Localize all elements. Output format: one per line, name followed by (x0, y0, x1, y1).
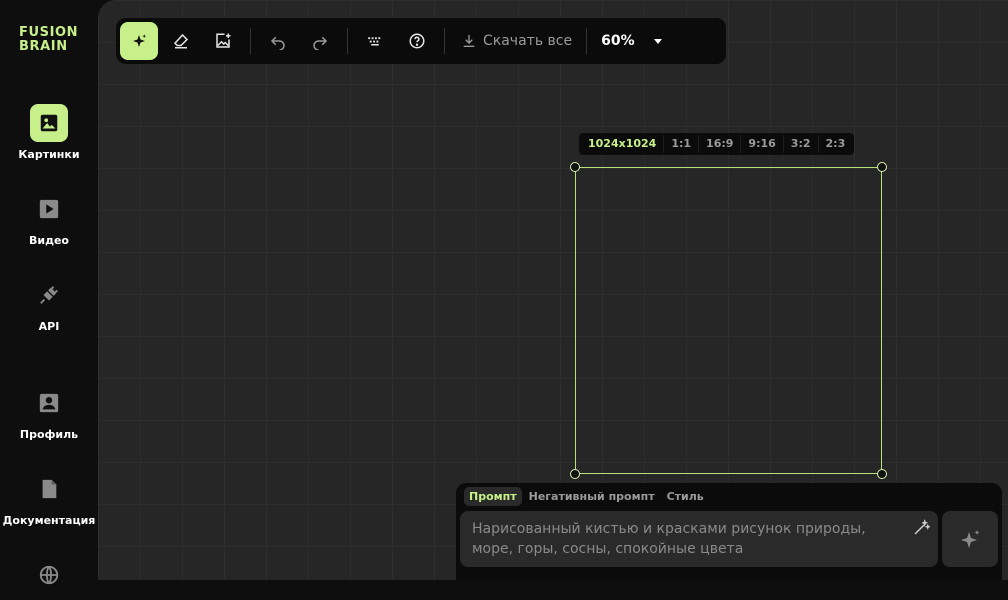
sidebar-item-language[interactable] (0, 556, 98, 600)
logo-line-2: BRAIN (19, 39, 68, 54)
undo-button[interactable] (259, 22, 297, 60)
resize-handle-bottom-left[interactable] (570, 469, 580, 479)
shortcuts-button[interactable] (356, 22, 394, 60)
globe-icon (30, 556, 68, 594)
sparkle-icon (133, 34, 147, 47)
zoom-value: 60% (601, 33, 635, 49)
profile-icon (30, 384, 68, 422)
video-icon (30, 190, 68, 228)
sidebar-item-label: Профиль (19, 428, 79, 441)
zoom-select[interactable]: 60% (587, 33, 663, 49)
sidebar: FUSION BRAIN Картинки Видео API Профиль … (0, 0, 98, 585)
toolbar-divider (444, 28, 445, 54)
sidebar-item-label: API (38, 320, 60, 333)
sidebar-item-label: Документация (2, 514, 96, 527)
resize-handle-top-right[interactable] (877, 162, 887, 172)
resize-handle-top-left[interactable] (570, 162, 580, 172)
sidebar-item-video[interactable]: Видео (0, 190, 98, 247)
tab-style[interactable]: Стиль (662, 487, 709, 506)
logo-line-1: FUSION (19, 25, 79, 40)
add-image-button[interactable] (204, 22, 242, 60)
toolbar: Скачать все 60% (116, 18, 726, 64)
prompt-input[interactable]: Нарисованный кистью и красками рисунок п… (460, 511, 938, 567)
size-option-1-1[interactable]: 1:1 (664, 135, 700, 153)
resize-handle-bottom-right[interactable] (877, 469, 887, 479)
prompt-placeholder: Нарисованный кистью и красками рисунок п… (472, 521, 866, 557)
download-icon (463, 35, 475, 47)
download-all-button[interactable]: Скачать все (453, 33, 586, 49)
undo-icon (270, 36, 285, 50)
prompt-panel: Промпт Негативный промпт Стиль Нарисован… (456, 483, 1002, 580)
generate-button[interactable] (942, 511, 998, 567)
sidebar-item-profile[interactable]: Профиль (0, 384, 98, 441)
logo[interactable]: FUSION BRAIN (19, 26, 78, 54)
tab-prompt[interactable]: Промпт (464, 487, 522, 506)
sidebar-item-images[interactable]: Картинки (0, 104, 98, 161)
sparkle-icon (961, 530, 980, 548)
magic-wand-icon (914, 519, 931, 535)
sidebar-item-docs[interactable]: Документация (0, 470, 98, 527)
help-button[interactable] (398, 22, 436, 60)
size-option-1024x1024[interactable]: 1024x1024 (581, 135, 665, 153)
image-icon (30, 104, 68, 142)
size-option-2-3[interactable]: 2:3 (819, 135, 853, 153)
plug-icon (30, 276, 68, 314)
size-option-9-16[interactable]: 9:16 (741, 135, 784, 153)
aspect-ratio-bar: 1024x1024 1:1 16:9 9:16 3:2 2:3 (579, 133, 855, 155)
redo-icon (313, 36, 328, 50)
toolbar-divider (250, 28, 251, 54)
redo-button[interactable] (301, 22, 339, 60)
size-option-3-2[interactable]: 3:2 (784, 135, 819, 153)
download-all-label: Скачать все (483, 33, 573, 49)
keyboard-icon (368, 37, 381, 46)
generate-tool-button[interactable] (120, 22, 158, 60)
add-image-icon (216, 33, 231, 48)
magic-wand-button[interactable] (912, 519, 931, 543)
document-icon (30, 470, 68, 508)
generation-frame[interactable] (575, 167, 882, 474)
prompt-tabs: Промпт Негативный промпт Стиль (464, 487, 709, 506)
toolbar-divider (347, 28, 348, 54)
sidebar-item-api[interactable]: API (0, 276, 98, 333)
sidebar-item-label: Видео (29, 234, 69, 247)
chevron-down-icon (653, 39, 662, 44)
tab-negative-prompt[interactable]: Негативный промпт (524, 487, 660, 506)
size-option-16-9[interactable]: 16:9 (699, 135, 742, 153)
eraser-icon (173, 33, 189, 49)
sidebar-item-label: Картинки (18, 148, 80, 161)
help-icon (409, 33, 425, 49)
eraser-tool-button[interactable] (162, 22, 200, 60)
